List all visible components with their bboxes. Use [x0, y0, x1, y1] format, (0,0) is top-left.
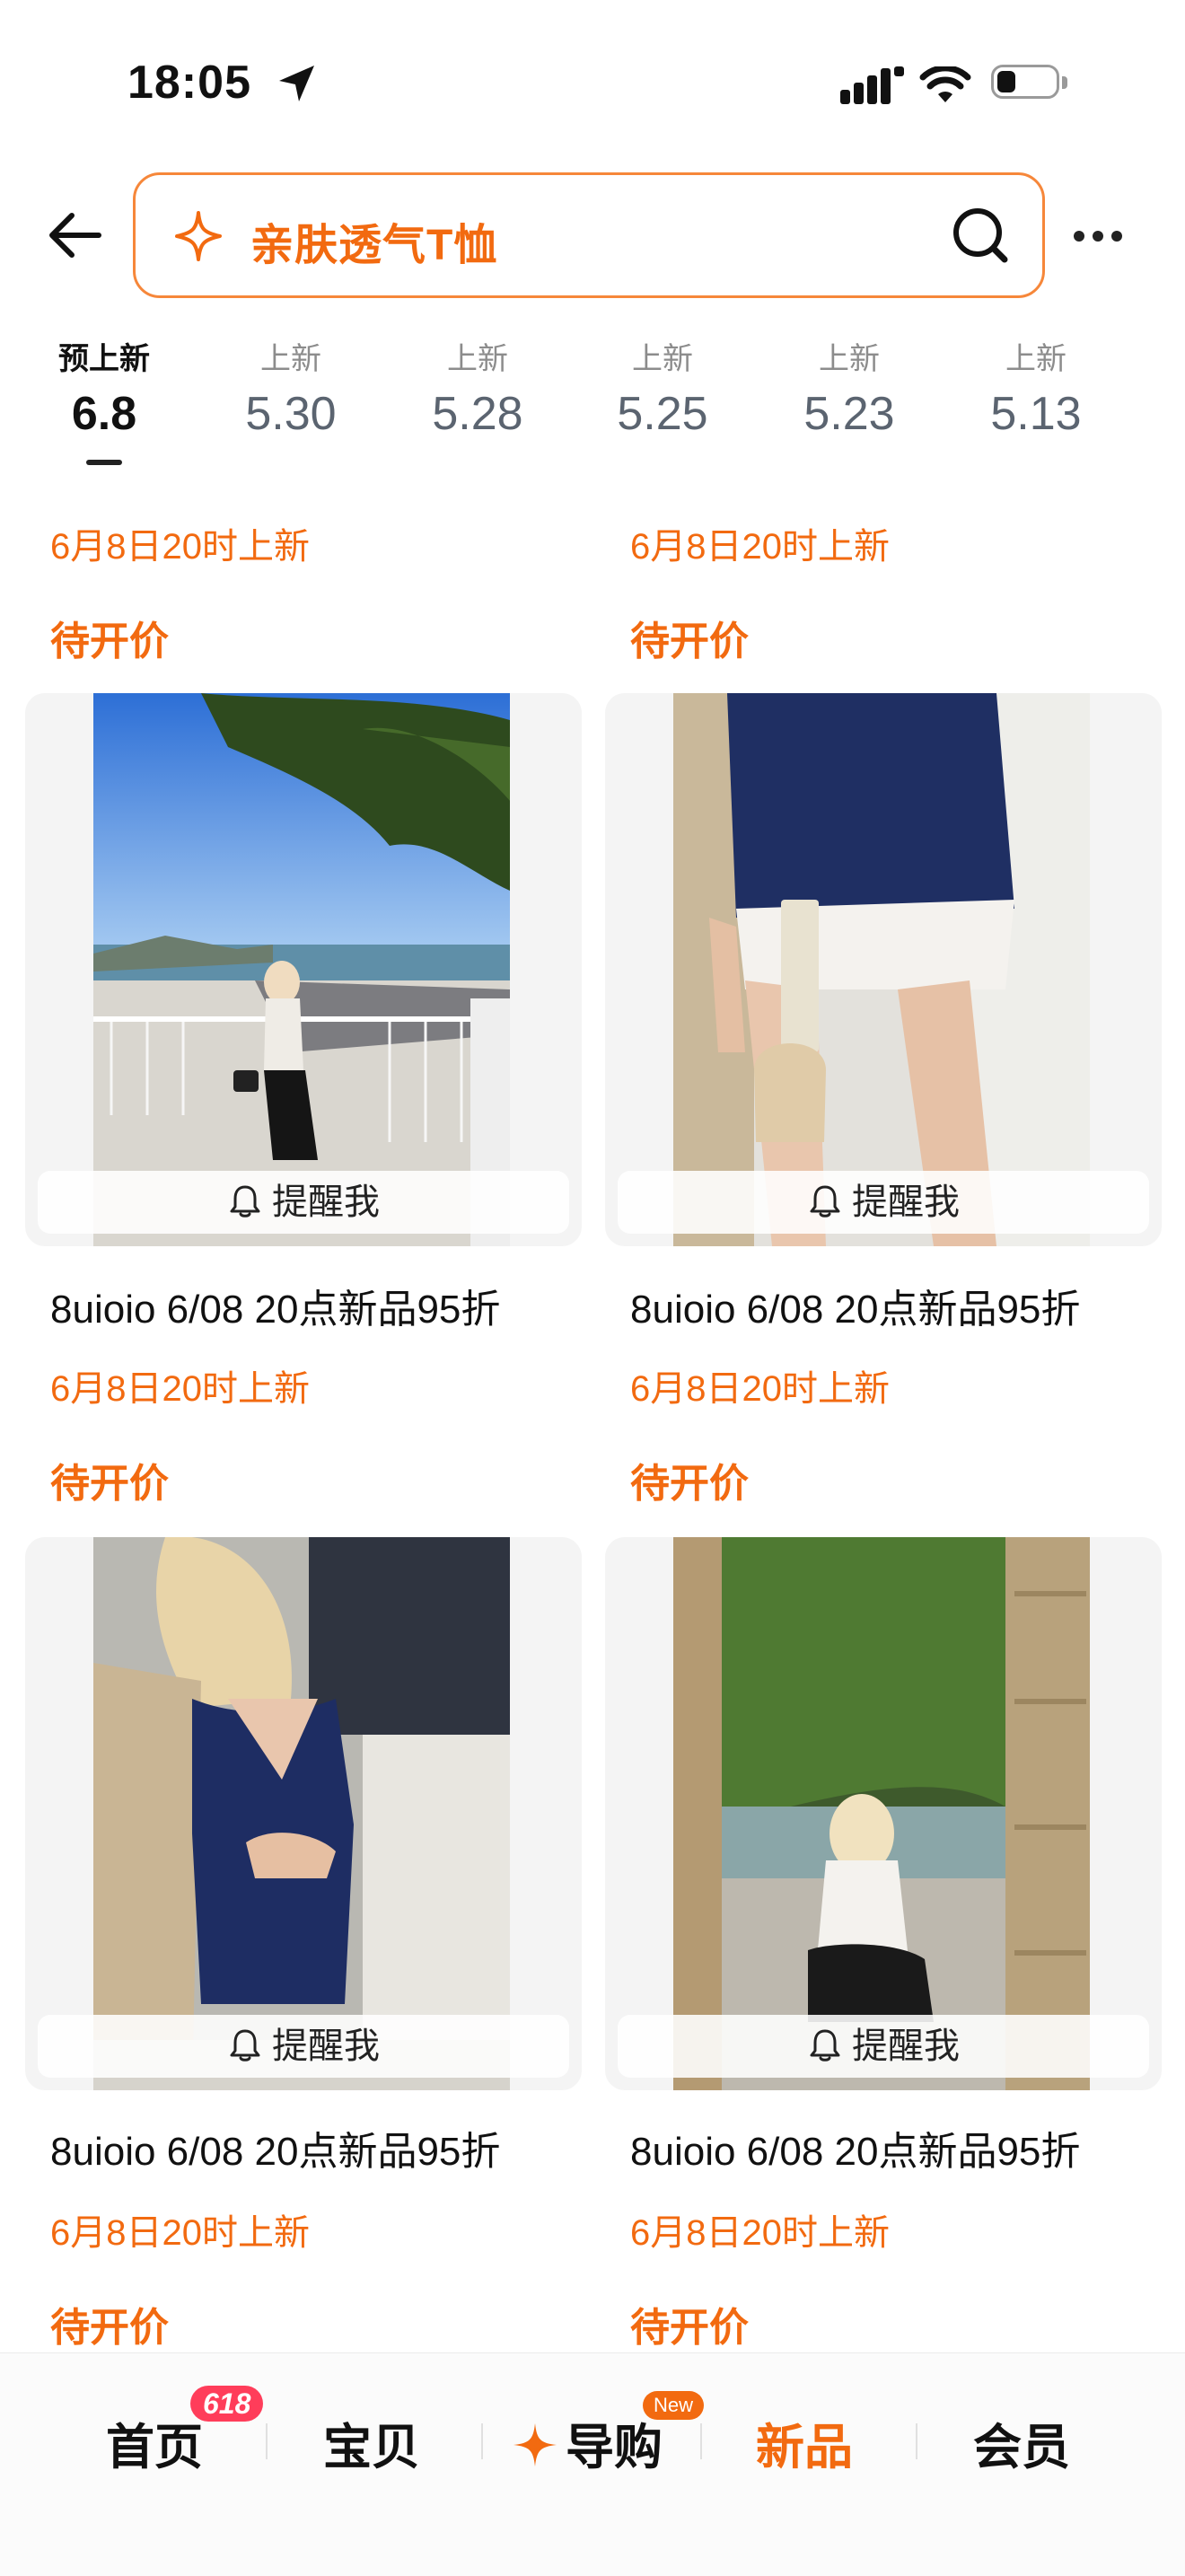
- date-tabs: 预上新 6.8 上新 5.30 上新 5.28 上新 5.25 上新 5.23 …: [0, 334, 1185, 478]
- launch-time: 6月8日20时上新: [630, 527, 890, 567]
- nav-divider: [481, 2423, 483, 2459]
- nav-divider: [916, 2423, 917, 2459]
- price-pending: 待开价: [50, 620, 169, 664]
- remind-label: 提醒我: [852, 1182, 960, 1222]
- product-title[interactable]: 8uioio 6/08 20点新品95折: [630, 2119, 1080, 2176]
- tab-date: 5.28: [432, 388, 523, 440]
- bell-icon: [810, 2029, 840, 2062]
- back-arrow-icon[interactable]: [47, 207, 104, 264]
- tab-underline: [86, 460, 122, 465]
- tab-5-28[interactable]: 上新 5.28: [388, 334, 567, 441]
- nav-divider: [266, 2423, 268, 2459]
- remind-me-button[interactable]: 提醒我: [618, 2015, 1149, 2078]
- cellular-signal-icon: [840, 66, 904, 104]
- tab-5-23[interactable]: 上新 5.23: [759, 334, 939, 441]
- launch-time: 6月8日20时上新: [50, 2213, 310, 2253]
- product-card[interactable]: 提醒我: [605, 1537, 1162, 2090]
- sparkle-icon: [175, 211, 222, 261]
- promo-badge-618: 618: [190, 2386, 264, 2422]
- nav-member[interactable]: 会员: [973, 2407, 1070, 2478]
- bottom-nav: 首页 618 宝贝 导购 New 新品 会员: [0, 2352, 1185, 2576]
- search-icon[interactable]: [947, 202, 1015, 270]
- tab-5-30[interactable]: 上新 5.30: [201, 334, 381, 441]
- remind-me-button[interactable]: 提醒我: [618, 1171, 1149, 1234]
- tab-label: 预上新: [58, 342, 150, 376]
- new-badge: New: [643, 2391, 705, 2420]
- nav-guide[interactable]: 导购: [566, 2407, 663, 2478]
- product-card[interactable]: 提醒我: [25, 693, 582, 1246]
- product-title[interactable]: 8uioio 6/08 20点新品95折: [630, 1277, 1080, 1334]
- price-pending: 待开价: [50, 1462, 169, 1506]
- tab-date: 5.13: [990, 388, 1082, 440]
- product-image[interactable]: [673, 693, 1090, 1246]
- remind-me-button[interactable]: 提醒我: [38, 2015, 569, 2078]
- remind-label: 提醒我: [272, 1182, 380, 1222]
- search-bar[interactable]: 亲肤透气T恤: [133, 172, 1045, 298]
- tab-label: 上新: [819, 342, 880, 376]
- launch-time: 6月8日20时上新: [630, 2213, 890, 2253]
- price-pending: 待开价: [630, 620, 749, 664]
- tab-label: 上新: [1005, 342, 1066, 376]
- product-image[interactable]: [673, 1537, 1090, 2090]
- tab-6-8[interactable]: 预上新 6.8: [14, 334, 194, 465]
- tab-date: 5.30: [245, 388, 337, 440]
- tab-5-25[interactable]: 上新 5.25: [573, 334, 752, 441]
- tab-date: 5.23: [803, 388, 895, 440]
- more-icon[interactable]: [1074, 230, 1130, 246]
- product-title[interactable]: 8uioio 6/08 20点新品95折: [50, 1277, 500, 1334]
- status-time: 18:05: [127, 57, 251, 109]
- product-title[interactable]: 8uioio 6/08 20点新品95折: [50, 2119, 500, 2176]
- price-pending: 待开价: [50, 2306, 169, 2350]
- price-pending: 待开价: [630, 2306, 749, 2350]
- bell-icon: [230, 2029, 260, 2062]
- tab-date: 5.25: [617, 388, 708, 440]
- product-card[interactable]: 提醒我: [25, 1537, 582, 2090]
- nav-home[interactable]: 首页: [106, 2407, 203, 2478]
- nav-new-arrivals[interactable]: 新品: [756, 2407, 853, 2478]
- search-input[interactable]: 亲肤透气T恤: [250, 209, 497, 272]
- price-pending: 待开价: [630, 1462, 749, 1506]
- product-image[interactable]: [93, 1537, 510, 2090]
- product-image[interactable]: [93, 693, 510, 1246]
- remind-label: 提醒我: [272, 2027, 380, 2066]
- sparkle-icon: [514, 2423, 557, 2466]
- nav-items[interactable]: 宝贝: [323, 2407, 420, 2478]
- wifi-icon: [919, 66, 971, 102]
- status-bar: 18:05: [0, 0, 1185, 162]
- launch-time: 6月8日20时上新: [50, 527, 310, 567]
- tab-label: 上新: [447, 342, 508, 376]
- launch-time: 6月8日20时上新: [50, 1369, 310, 1409]
- nav-divider: [700, 2423, 702, 2459]
- tab-label: 上新: [632, 342, 693, 376]
- battery-icon: [991, 65, 1068, 102]
- launch-time: 6月8日20时上新: [630, 1369, 890, 1409]
- location-arrow-icon: [279, 66, 314, 101]
- tab-5-13[interactable]: 上新 5.13: [946, 334, 1126, 441]
- tab-label: 上新: [260, 342, 321, 376]
- bell-icon: [810, 1185, 840, 1218]
- remind-me-button[interactable]: 提醒我: [38, 1171, 569, 1234]
- tab-date: 6.8: [71, 388, 137, 440]
- bell-icon: [230, 1185, 260, 1218]
- product-card[interactable]: 提醒我: [605, 693, 1162, 1246]
- remind-label: 提醒我: [852, 2027, 960, 2066]
